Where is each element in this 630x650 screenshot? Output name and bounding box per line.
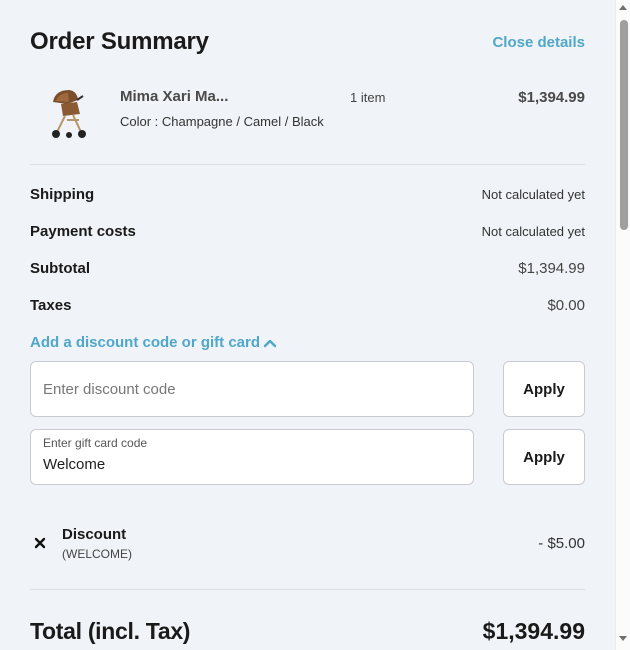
- product-quantity: 1 item: [350, 90, 386, 105]
- order-summary-header: Order Summary Close details: [30, 0, 585, 84]
- chevron-up-icon: [263, 339, 277, 347]
- divider: [30, 589, 585, 590]
- product-line: Mima Xari Ma... Color : Champagne / Came…: [30, 84, 585, 164]
- apply-gift-card-button[interactable]: Apply: [503, 429, 585, 485]
- apply-discount-button[interactable]: Apply: [503, 361, 585, 417]
- applied-discount: Discount (WELCOME) - $5.00: [30, 497, 585, 589]
- subtotal-label: Subtotal: [30, 260, 90, 277]
- discount-toggle-label: Add a discount code or gift card: [30, 334, 261, 351]
- remove-discount-button[interactable]: [30, 533, 50, 553]
- subtotal-row: Subtotal $1,394.99: [30, 250, 585, 287]
- scroll-up-arrow-icon[interactable]: [619, 5, 627, 10]
- total-label: Total (incl. Tax): [30, 618, 191, 644]
- gift-card-label: Enter gift card code: [43, 436, 148, 450]
- scroll-down-arrow-icon[interactable]: [619, 636, 627, 641]
- close-icon: [34, 537, 46, 549]
- taxes-value: $0.00: [547, 297, 585, 314]
- payment-costs-row: Payment costs Not calculated yet: [30, 213, 585, 250]
- discount-toggle[interactable]: Add a discount code or gift card: [30, 324, 585, 361]
- shipping-row: Shipping Not calculated yet: [30, 176, 585, 213]
- page-title: Order Summary: [30, 28, 209, 55]
- scrollbar[interactable]: [615, 0, 630, 650]
- taxes-label: Taxes: [30, 297, 72, 314]
- payment-costs-label: Payment costs: [30, 223, 136, 240]
- applied-discount-text: Discount (WELCOME): [62, 526, 132, 561]
- discount-code-input[interactable]: [31, 362, 473, 416]
- product-variant: Color : Champagne / Camel / Black: [120, 114, 324, 129]
- taxes-row: Taxes $0.00: [30, 287, 585, 324]
- subtotal-value: $1,394.99: [518, 260, 585, 277]
- product-info: Mima Xari Ma... Color : Champagne / Came…: [120, 88, 350, 129]
- discount-code-field: [30, 361, 474, 417]
- applied-discount-title: Discount: [62, 525, 127, 543]
- payment-costs-value: Not calculated yet: [481, 224, 585, 239]
- close-details-link[interactable]: Close details: [492, 34, 585, 51]
- product-price: $1,394.99: [518, 89, 585, 106]
- applied-discount-amount: - $5.00: [538, 534, 585, 552]
- order-summary-panel: Order Summary Close details Mima Xari Ma…: [0, 0, 615, 650]
- applied-discount-code: (WELCOME): [62, 546, 132, 561]
- product-name: Mima Xari Ma...: [120, 88, 229, 105]
- total-row: Total (incl. Tax) $1,394.99: [30, 618, 585, 645]
- gift-card-field: Enter gift card code: [30, 429, 474, 485]
- shipping-value: Not calculated yet: [481, 187, 585, 202]
- shipping-label: Shipping: [30, 186, 95, 203]
- total-value: $1,394.99: [482, 618, 585, 644]
- discount-code-row: Apply: [30, 361, 585, 417]
- stroller-image: [38, 84, 98, 144]
- gift-card-row: Enter gift card code Apply: [30, 429, 585, 485]
- scrollbar-thumb[interactable]: [620, 20, 628, 230]
- stroller-icon: [52, 90, 86, 138]
- summary-rows: Shipping Not calculated yet Payment cost…: [30, 165, 585, 645]
